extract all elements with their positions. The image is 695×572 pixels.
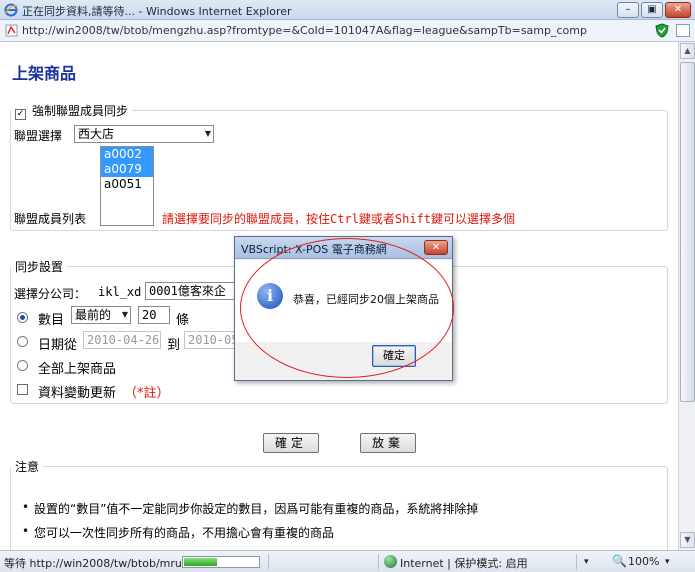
alliance-select[interactable]: 西大店 ▼ — [74, 125, 214, 143]
chevron-down-icon: ▼ — [121, 310, 128, 319]
message-dialog: VBScript: X-POS 電子商務網 ✕ i 恭喜，已經同步20個上架商品… — [234, 236, 453, 381]
alliance-label: 聯盟選擇 — [14, 129, 63, 143]
count-input[interactable]: 20 — [138, 306, 170, 324]
count-mode-value: 最前的 — [75, 308, 112, 322]
member-option[interactable]: a0079 — [101, 162, 153, 177]
maximize-button[interactable]: ▣ — [641, 2, 663, 18]
alliance-select-value: 西大店 — [78, 127, 115, 141]
vertical-scrollbar[interactable]: ▲ ▼ — [678, 42, 695, 550]
dialog-close-button[interactable]: ✕ — [424, 240, 448, 255]
date-to-label: 到 — [167, 338, 181, 353]
date-from-input[interactable]: 2010-04-26 — [83, 331, 161, 349]
zoom-icon[interactable]: 🔍 — [612, 554, 627, 568]
progress-bar — [182, 556, 260, 568]
update-label: 資料變動更新 — [38, 386, 117, 401]
address-bar[interactable]: http://win2008/tw/btob/mengzhu.asp?fromt… — [0, 20, 695, 42]
branch-code: ikl_xd — [98, 285, 142, 299]
scroll-thumb[interactable] — [680, 62, 695, 402]
dialog-message: 恭喜，已經同步20個上架商品 — [293, 293, 439, 306]
count-unit: 條 — [176, 313, 190, 328]
dialog-body: i 恭喜，已經同步20個上架商品 — [235, 260, 452, 342]
members-listbox[interactable]: a0002 a0079 a0051 — [100, 146, 154, 226]
chevron-down-icon: ▼ — [204, 129, 211, 138]
compatibility-icon[interactable] — [676, 24, 690, 37]
dialog-ok-button[interactable]: 確定 — [372, 345, 416, 367]
member-option[interactable]: a0051 — [101, 177, 153, 192]
info-icon: i — [257, 283, 283, 309]
abort-button[interactable]: 放棄 — [360, 433, 416, 453]
members-hint: 請選擇要同步的聯盟成員，按住Ctrl鍵或者Shift鍵可以選擇多個 — [162, 212, 516, 226]
dialog-title-bar: VBScript: X-POS 電子商務網 ✕ — [235, 237, 452, 259]
sync-settings-legend: 同步設置 — [15, 260, 64, 274]
status-separator — [378, 554, 379, 570]
force-sync-checkbox[interactable]: ✓ — [15, 109, 26, 120]
date-radio[interactable] — [17, 336, 28, 347]
confirm-button[interactable]: 確定 — [263, 433, 319, 453]
security-dropdown-icon[interactable]: ▾ — [584, 557, 589, 567]
force-sync-label: 強制聯盟成員同步 — [32, 104, 129, 118]
dialog-title: VBScript: X-POS 電子商務網 — [241, 243, 387, 256]
ie-logo-icon — [4, 3, 18, 17]
close-window-button[interactable]: ✕ — [665, 2, 691, 18]
force-sync-legend: ✓ 強制聯盟成員同步 — [11, 102, 132, 120]
count-label: 數目 — [38, 313, 65, 328]
notes-legend: 注意 — [15, 460, 40, 474]
members-label: 聯盟成員列表 — [14, 212, 87, 226]
globe-icon — [384, 555, 397, 568]
note-item: 您可以一次性同步所有的商品，不用擔心會有重複的商品 — [22, 524, 334, 541]
all-label: 全部上架商品 — [38, 362, 117, 377]
scroll-down-icon[interactable]: ▼ — [680, 532, 695, 548]
window-title: 正在同步資料,請等待... - Windows Internet Explore… — [22, 5, 292, 18]
url-text[interactable]: http://win2008/tw/btob/mengzhu.asp?fromt… — [22, 24, 587, 37]
scroll-up-icon[interactable]: ▲ — [680, 43, 695, 59]
progress-fill — [184, 558, 217, 566]
date-to-input[interactable]: 2010-05 — [184, 331, 238, 349]
update-checkbox[interactable] — [17, 384, 28, 395]
window-title-bar: 正在同步資料,請等待... - Windows Internet Explore… — [0, 0, 695, 20]
shield-icon[interactable] — [655, 23, 669, 38]
status-separator — [576, 554, 577, 570]
status-bar: 等待 http://win2008/tw/btob/mrunsha Intern… — [0, 550, 695, 572]
branch-input[interactable]: 0001億客來企 — [145, 282, 235, 300]
note-item: 設置的“數目”值不一定能同步你設定的數目，因爲可能有重複的商品，系統將排除掉 — [22, 500, 478, 517]
all-radio[interactable] — [17, 360, 28, 371]
status-text: 等待 http://win2008/tw/btob/mrunsha — [4, 557, 209, 570]
status-separator — [268, 554, 269, 570]
zoom-dropdown-icon[interactable]: ▾ — [665, 557, 670, 567]
page-title: 上架商品 — [12, 64, 77, 83]
count-mode-select[interactable]: 最前的 ▼ — [71, 306, 131, 324]
member-option[interactable]: a0002 — [101, 147, 153, 162]
branch-label: 選擇分公司： — [14, 287, 87, 301]
page-icon — [5, 24, 18, 37]
update-note: （*註） — [124, 386, 170, 401]
date-label: 日期從 — [38, 338, 78, 353]
minimize-button[interactable]: – — [617, 2, 639, 18]
zoom-level[interactable]: 100% — [628, 555, 659, 568]
zone-text[interactable]: Internet | 保护模式: 启用 — [400, 555, 528, 571]
count-radio[interactable] — [17, 312, 28, 323]
